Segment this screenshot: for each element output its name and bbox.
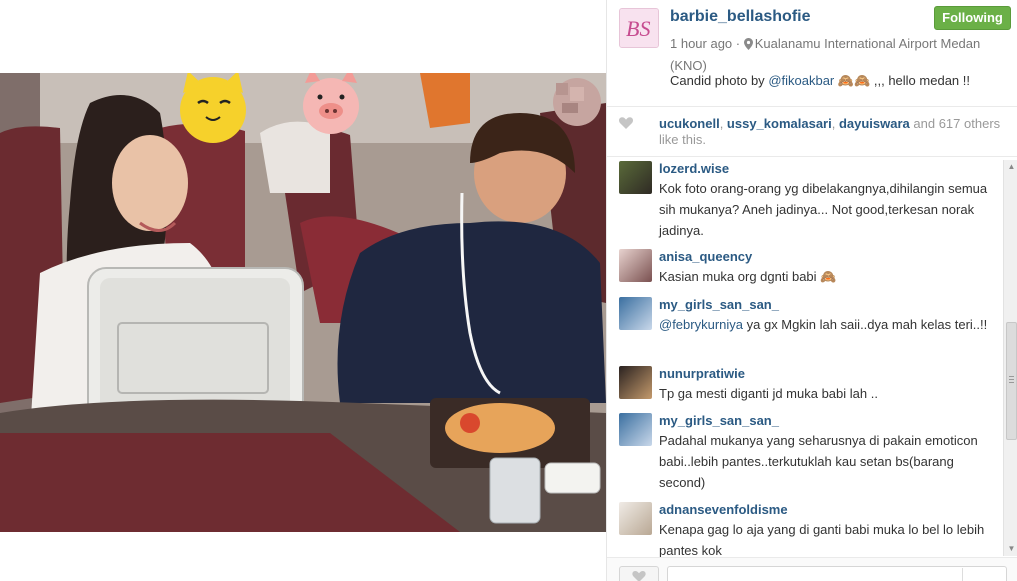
likes-count[interactable]: 617 (939, 116, 961, 131)
comment-text: @febrykurniya ya gx Mgkin lah saii..dya … (659, 314, 994, 335)
divider (607, 106, 1017, 107)
post-photo-illustration (0, 73, 606, 532)
heart-icon[interactable] (619, 117, 633, 133)
caption-text: Candid photo by (670, 73, 765, 88)
comment-avatar[interactable] (619, 161, 652, 194)
scroll-down-arrow-icon[interactable]: ▼ (1006, 543, 1017, 555)
comments-scrollbar[interactable]: ▲ ▼ (1003, 160, 1017, 556)
comment-username[interactable]: lozerd.wise (659, 161, 729, 176)
post-username[interactable]: barbie_bellashofie (670, 8, 811, 26)
grip-line (1009, 376, 1014, 377)
comment-avatar[interactable] (619, 366, 652, 399)
like-button[interactable] (619, 566, 659, 581)
post-meta: 1 hour ago · Kualanamu International Air… (670, 34, 1010, 76)
comment-avatar[interactable] (619, 502, 652, 535)
map-pin-icon (743, 36, 753, 56)
caption-mention[interactable]: @fikoakbar (768, 73, 834, 88)
comment-text: Padahal mukanya yang seharusnya di pakai… (659, 433, 978, 490)
comment-username[interactable]: adnansevenfoldisme (659, 502, 788, 517)
comment-username[interactable]: nunurpratiwie (659, 366, 745, 381)
likes-and: and (909, 116, 939, 131)
following-button[interactable]: Following (934, 6, 1011, 30)
comment-text: Kenapa gag lo aja yang di ganti babi muk… (659, 522, 985, 557)
comment-avatar[interactable] (619, 297, 652, 330)
photo-area (0, 0, 606, 581)
comment-text: Kok foto orang-orang yg dibelakangnya,di… (659, 181, 988, 238)
comment-username[interactable]: anisa_queency (659, 249, 752, 264)
comments-list: lozerd.wise Kok foto orang-orang yg dibe… (607, 157, 1002, 557)
comment-text-body: ya gx Mgkin lah saii..dya mah kelas teri… (743, 317, 988, 332)
comment-avatar[interactable] (619, 413, 652, 446)
grip-line (1009, 379, 1014, 380)
comment-footer (607, 557, 1017, 581)
caption-suffix: 🙈🙈 ,,, hello medan !! (837, 73, 970, 88)
comment-username[interactable]: my_girls_san_san_ (659, 413, 779, 428)
post-sidebar: BS barbie_bellashofie Following 1 hour a… (606, 0, 1017, 581)
svg-text:BS: BS (626, 16, 650, 41)
comment-input[interactable] (667, 566, 1007, 581)
grip-line (1009, 382, 1014, 383)
comment-text: Tp ga mesti diganti jd muka babi lah .. (659, 386, 878, 401)
avatar[interactable]: BS (619, 8, 659, 48)
avatar-logo-icon: BS (620, 9, 658, 47)
comment-text: Kasian muka org dgnti babi 🙈 (659, 269, 837, 284)
post-photo[interactable] (0, 73, 606, 532)
comment-avatar[interactable] (619, 249, 652, 282)
likes-summary: ucukonell, ussy_komalasari, dayuiswara a… (619, 116, 1014, 148)
likes-sep: , (831, 116, 839, 131)
scroll-up-arrow-icon[interactable]: ▲ (1006, 161, 1017, 173)
heart-icon (632, 570, 646, 581)
blurred-face (553, 78, 601, 126)
post-time[interactable]: 1 hour ago (670, 36, 732, 51)
meta-separator: · (735, 36, 741, 51)
comment-username[interactable]: my_girls_san_san_ (659, 297, 779, 312)
liker-link[interactable]: ucukonell (659, 116, 720, 131)
comment-mention[interactable]: @febrykurniya (659, 317, 743, 332)
likes-sep: , (719, 116, 727, 131)
liker-link[interactable]: ussy_komalasari (727, 116, 832, 131)
cat-emoji-icon (180, 73, 246, 143)
scrollbar-thumb[interactable] (1006, 322, 1017, 440)
likes-text: ucukonell, ussy_komalasari, dayuiswara a… (619, 116, 1014, 148)
post-caption: Candid photo by @fikoakbar 🙈🙈 ,,, hello … (670, 73, 970, 89)
liker-link[interactable]: dayuiswara (839, 116, 910, 131)
input-divider (962, 568, 963, 581)
post-header: BS barbie_bellashofie Following 1 hour a… (607, 0, 1017, 107)
